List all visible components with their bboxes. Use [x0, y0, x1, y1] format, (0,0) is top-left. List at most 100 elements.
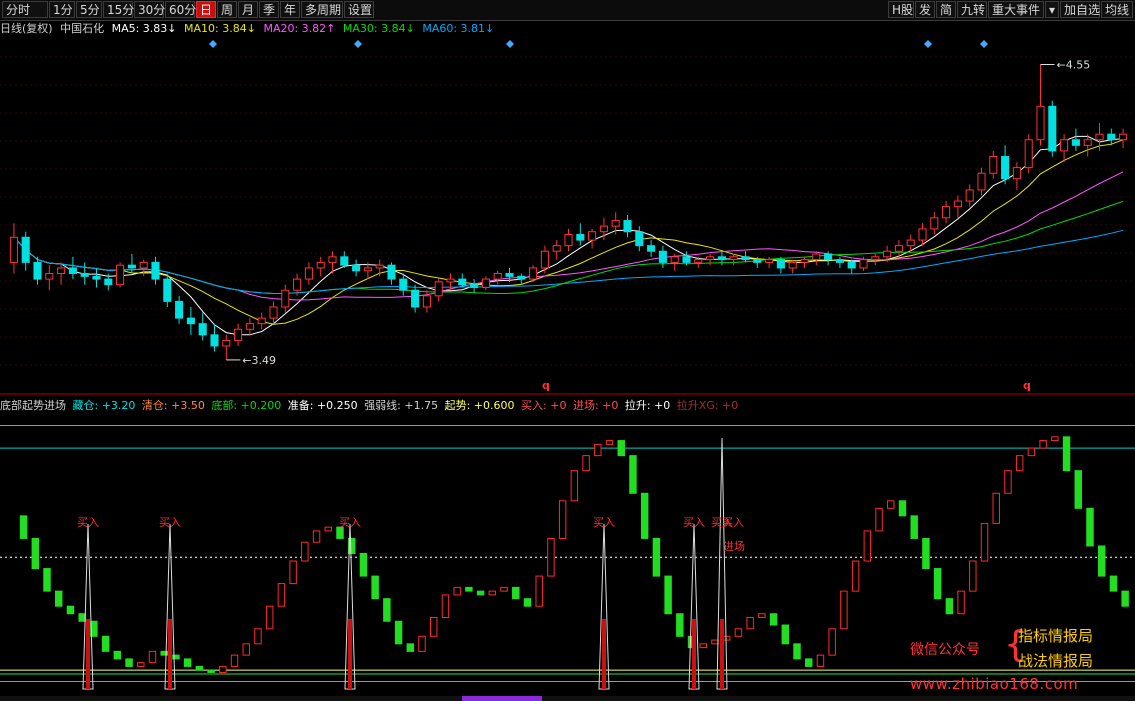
osc-bar	[887, 500, 895, 509]
candle-body	[977, 172, 986, 191]
osc-bar	[512, 586, 520, 600]
osc-bar	[617, 440, 625, 457]
osc-bar	[1109, 575, 1118, 592]
osc-bar	[242, 643, 250, 656]
osc-bar	[137, 662, 145, 667]
osc-bar	[195, 665, 204, 671]
candle-body	[635, 231, 644, 247]
buy-signal-label: 买入	[722, 516, 744, 529]
dropdown-button[interactable]: ▾	[1045, 1, 1059, 18]
period-5min-button[interactable]: 5分	[76, 1, 102, 18]
osc-bar	[383, 598, 391, 622]
period-1min-button[interactable]: 1分	[49, 1, 75, 18]
osc-bar	[570, 470, 579, 502]
osc-bar	[945, 598, 954, 615]
candle-body	[340, 256, 349, 266]
osc-bar	[55, 590, 63, 607]
osc-bar	[582, 455, 590, 472]
osc-bar	[664, 575, 672, 615]
osc-bar	[676, 613, 684, 637]
jian-button[interactable]: 简	[936, 1, 956, 18]
candle-body	[953, 200, 962, 208]
period-quarter-button[interactable]: 季	[259, 1, 279, 18]
panel-divider[interactable]	[0, 393, 1135, 395]
candle-body	[45, 273, 54, 280]
osc-bar	[31, 537, 40, 570]
period-15min-button[interactable]: 15分	[103, 1, 134, 18]
osc-bar	[910, 515, 918, 539]
low-price-label: ←3.49	[242, 354, 276, 367]
period-year-button[interactable]: 年	[280, 1, 300, 18]
period-30min-button[interactable]: 30分	[134, 1, 165, 18]
stock-name[interactable]: 中国石化	[60, 22, 104, 35]
candle-body	[80, 273, 89, 277]
candle-body	[411, 289, 420, 308]
fa-button[interactable]: 发	[915, 1, 935, 18]
candle-body	[741, 256, 750, 261]
period-fenshi-button[interactable]: 分时	[2, 1, 48, 18]
candle-body	[930, 217, 939, 230]
candle-body	[57, 267, 66, 275]
osc-bar	[523, 598, 532, 607]
osc-bar	[1074, 470, 1082, 509]
candle-body	[1012, 167, 1021, 180]
add-watchlist-button[interactable]: 加自选	[1060, 1, 1100, 18]
candle-body	[682, 256, 691, 263]
candle-body	[399, 278, 408, 291]
osc-bar	[394, 620, 403, 645]
h-share-button[interactable]: H股	[888, 1, 914, 18]
candle-body	[894, 245, 903, 252]
candle-body	[9, 236, 18, 263]
candle-body	[1107, 133, 1116, 141]
period-multi-button[interactable]: 多周期	[301, 1, 343, 18]
main-info-bar: 日线(复权) 中国石化 MA5: 3.83↓ MA10: 3.84↓ MA20:…	[0, 21, 498, 37]
osc-bar	[148, 650, 157, 664]
candle-body	[139, 261, 148, 269]
period-day-button[interactable]: 日	[196, 1, 216, 18]
candlestick-chart[interactable]: ←4.55 ←3.49 q q	[0, 37, 1135, 393]
candle-body	[1048, 105, 1057, 152]
osc-bar	[828, 628, 836, 656]
candle-body	[269, 306, 278, 319]
buy-spike-bar	[602, 619, 606, 689]
osc-bar	[418, 635, 426, 652]
ma-lines-button[interactable]: 均线	[1101, 1, 1133, 18]
candle-body	[824, 253, 833, 261]
candle-body	[1001, 155, 1010, 180]
period-60min-button[interactable]: 60分	[165, 1, 196, 18]
osc-bar	[441, 594, 450, 618]
osc-bar	[101, 635, 110, 652]
candle-body	[529, 267, 538, 280]
osc-bar	[547, 537, 555, 577]
candle-body	[918, 228, 927, 241]
period-month-button[interactable]: 月	[238, 1, 258, 18]
buy-signal-label: 买入	[593, 516, 615, 529]
event-diamond-icon	[924, 40, 932, 48]
dibu-value: 底部: +0.200	[211, 399, 282, 412]
candle-body	[234, 328, 243, 341]
osc-bar	[371, 575, 379, 600]
indicator-name[interactable]: 底部起势进场	[0, 399, 66, 412]
major-events-button[interactable]: 重大事件	[988, 1, 1044, 18]
candle-body	[481, 278, 490, 288]
candle-body	[116, 264, 125, 286]
period-label: 日线(复权)	[0, 22, 53, 35]
candle-body	[210, 334, 219, 347]
osc-bar	[769, 613, 778, 626]
osc-bar	[78, 613, 86, 622]
candle-body	[788, 261, 797, 269]
jiuzhuan-button[interactable]: 九转	[957, 1, 987, 18]
candle-body	[611, 220, 620, 227]
scroll-thumb	[462, 696, 542, 701]
enter-signal-label: 进场	[723, 539, 745, 553]
osc-bar	[629, 455, 637, 494]
ma30-value: MA30: 3.84↓	[342, 22, 415, 35]
candle-body	[151, 261, 160, 280]
candle-body	[127, 264, 136, 269]
candle-body	[765, 259, 774, 263]
settings-button[interactable]: 设置	[344, 1, 374, 18]
candle-body	[729, 256, 738, 261]
osc-bar	[66, 605, 75, 615]
period-week-button[interactable]: 周	[217, 1, 237, 18]
osc-bar	[1027, 447, 1036, 457]
